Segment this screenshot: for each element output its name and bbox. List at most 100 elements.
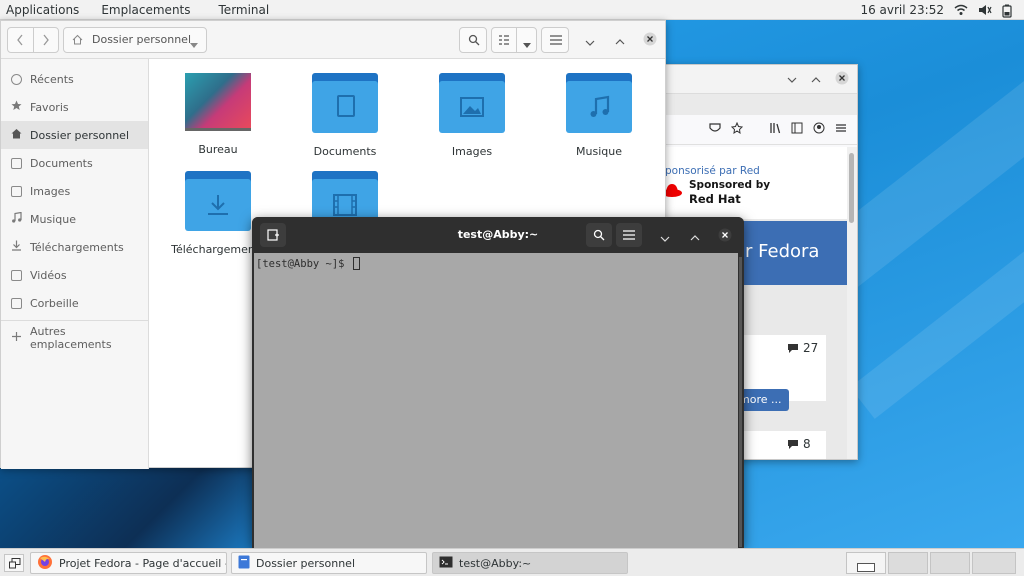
workspace-1[interactable] xyxy=(846,552,886,574)
terminal-window[interactable]: test@Abby:~ [test@Abby ~]$ xyxy=(252,217,744,548)
path-bar[interactable]: Dossier personnel xyxy=(63,27,207,53)
prompt-text: [test@Abby ~]$ xyxy=(256,258,351,270)
top-panel: Applications Emplacements Terminal 16 av… xyxy=(0,0,1024,20)
firefox-icon xyxy=(37,554,53,573)
workspace-4[interactable] xyxy=(972,552,1016,574)
folder-item-desktop[interactable]: Bureau xyxy=(163,73,273,156)
comment-count: 8 xyxy=(803,437,811,451)
comment-icon xyxy=(787,343,799,357)
terminal-headerbar: test@Abby:~ xyxy=(252,217,744,253)
folder-item-documents[interactable]: Documents xyxy=(290,73,400,158)
folder-item-music[interactable]: Musique xyxy=(544,73,654,158)
redhat-brand-text: Red Hat xyxy=(689,192,741,206)
browser-scrollbar[interactable] xyxy=(847,147,857,459)
sidebar-item-label: Musique xyxy=(30,212,76,226)
folder-item-images[interactable]: Images xyxy=(417,73,527,158)
clock[interactable]: 16 avril 23:52 xyxy=(860,3,944,17)
files-sidebar: Récents Favoris Dossier personnel Docume… xyxy=(1,59,149,469)
minimize-icon[interactable] xyxy=(585,36,595,49)
music-folder-icon xyxy=(566,73,632,133)
plus-icon xyxy=(11,331,22,345)
documents-folder-icon xyxy=(312,73,378,133)
task-terminal[interactable]: test@Abby:~ xyxy=(432,552,628,574)
close-icon[interactable] xyxy=(643,32,657,49)
maximize-icon[interactable] xyxy=(811,73,821,86)
terminal-icon xyxy=(439,556,453,571)
close-icon[interactable] xyxy=(718,228,732,245)
sidebar-item-label: Documents xyxy=(30,156,93,170)
terminal-prompt[interactable]: [test@Abby ~]$ xyxy=(256,257,360,270)
back-icon[interactable] xyxy=(16,34,24,49)
workspace-3[interactable] xyxy=(930,552,970,574)
downloads-folder-icon xyxy=(185,171,251,231)
pocket-icon[interactable] xyxy=(709,122,721,137)
sidebar-item-label: Images xyxy=(30,184,71,198)
search-icon xyxy=(593,229,605,244)
places-menu[interactable]: Emplacements xyxy=(91,3,202,17)
sidebar-item-downloads[interactable]: Téléchargements xyxy=(1,233,148,261)
maximize-icon[interactable] xyxy=(690,231,700,244)
desktop-thumbnail-icon xyxy=(185,73,251,131)
folder-label: Documents xyxy=(313,145,377,158)
sidebar-item-images[interactable]: Images xyxy=(1,177,148,205)
folder-label: Musique xyxy=(576,145,622,158)
wifi-icon[interactable] xyxy=(954,4,968,16)
images-folder-icon xyxy=(439,73,505,133)
account-icon[interactable] xyxy=(813,122,825,137)
menu-button[interactable] xyxy=(541,27,569,53)
terminal-menu-button[interactable] xyxy=(616,223,642,247)
files-icon xyxy=(238,555,250,572)
show-desktop-button[interactable] xyxy=(4,554,24,572)
sidebar-item-documents[interactable]: Documents xyxy=(1,149,148,177)
minimize-icon[interactable] xyxy=(660,232,670,245)
hamburger-menu-icon[interactable] xyxy=(835,122,847,137)
battery-icon[interactable] xyxy=(1002,4,1016,18)
image-icon xyxy=(11,185,22,197)
maximize-icon[interactable] xyxy=(615,35,625,48)
terminal-app-menu[interactable]: Terminal xyxy=(203,3,282,17)
close-icon[interactable] xyxy=(835,71,849,88)
video-icon xyxy=(11,269,22,281)
sidebar-item-videos[interactable]: Vidéos xyxy=(1,261,148,289)
files-headerbar: Dossier personnel xyxy=(1,21,665,59)
path-label[interactable]: Dossier personnel xyxy=(92,33,191,46)
volume-icon[interactable] xyxy=(978,4,992,16)
search-button[interactable] xyxy=(459,27,487,53)
task-firefox[interactable]: Projet Fedora - Page d'accueil - Mo... xyxy=(30,552,227,574)
home-icon xyxy=(72,34,83,48)
chevron-down-icon[interactable] xyxy=(190,38,198,51)
terminal-body[interactable]: [test@Abby ~]$ xyxy=(254,253,738,548)
chevron-down-icon xyxy=(523,38,531,51)
library-icon[interactable] xyxy=(769,122,781,137)
bottom-taskbar: Projet Fedora - Page d'accueil - Mo... D… xyxy=(0,548,1024,576)
download-icon xyxy=(11,240,22,254)
bookmark-star-icon[interactable] xyxy=(730,121,744,137)
workspace-2[interactable] xyxy=(888,552,928,574)
sidebar-item-starred[interactable]: Favoris xyxy=(1,93,148,121)
sidebar-icon[interactable] xyxy=(791,122,803,137)
applications-menu[interactable]: Applications xyxy=(0,3,91,17)
sidebar-item-label: Favoris xyxy=(30,100,69,114)
music-icon xyxy=(11,211,22,226)
terminal-scrollbar[interactable] xyxy=(739,257,742,547)
sidebar-item-label: Dossier personnel xyxy=(30,128,130,142)
sidebar-item-label: Autres emplacements xyxy=(30,325,112,351)
scrollbar-thumb[interactable] xyxy=(849,153,854,223)
trash-icon xyxy=(11,297,22,309)
star-icon xyxy=(11,100,22,114)
sidebar-item-home[interactable]: Dossier personnel xyxy=(1,121,148,149)
sidebar-item-recent[interactable]: Récents xyxy=(1,65,148,93)
minimize-icon[interactable] xyxy=(787,73,797,86)
terminal-search-button[interactable] xyxy=(586,223,612,247)
view-toggle-button[interactable] xyxy=(491,27,537,53)
sidebar-item-trash[interactable]: Corbeille xyxy=(1,289,148,317)
forward-icon[interactable] xyxy=(42,34,50,49)
sidebar-divider xyxy=(1,320,148,321)
sidebar-item-music[interactable]: Musique xyxy=(1,205,148,233)
task-files[interactable]: Dossier personnel xyxy=(231,552,427,574)
nav-buttons xyxy=(7,27,59,53)
hamburger-menu-icon xyxy=(550,35,562,48)
sidebar-item-other-locations[interactable]: Autres emplacements xyxy=(1,324,148,352)
terminal-title: test@Abby:~ xyxy=(457,228,539,241)
sponsored-text: ponsorisé par Red xyxy=(665,165,760,177)
